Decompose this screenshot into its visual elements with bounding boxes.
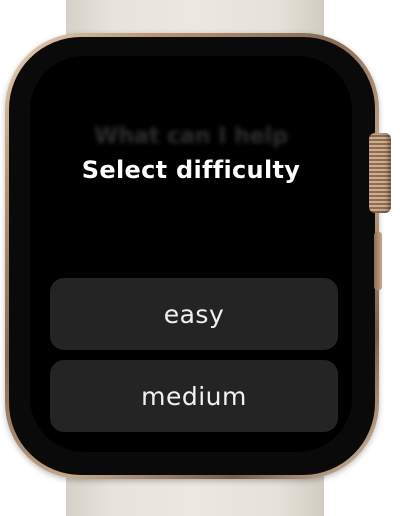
watch-screen: What can I help Select difficulty easy m…: [30, 56, 352, 452]
page-title: Select difficulty: [81, 156, 301, 184]
watch-device: What can I help Select difficulty easy m…: [0, 0, 400, 516]
side-button[interactable]: [374, 232, 382, 290]
difficulty-medium-button[interactable]: medium: [50, 360, 338, 432]
digital-crown-icon[interactable]: [369, 133, 391, 213]
difficulty-easy-label: easy: [163, 299, 225, 329]
difficulty-medium-label: medium: [141, 381, 247, 411]
difficulty-easy-button[interactable]: easy: [50, 278, 338, 350]
background-prompt-text: What can I help: [94, 124, 288, 149]
